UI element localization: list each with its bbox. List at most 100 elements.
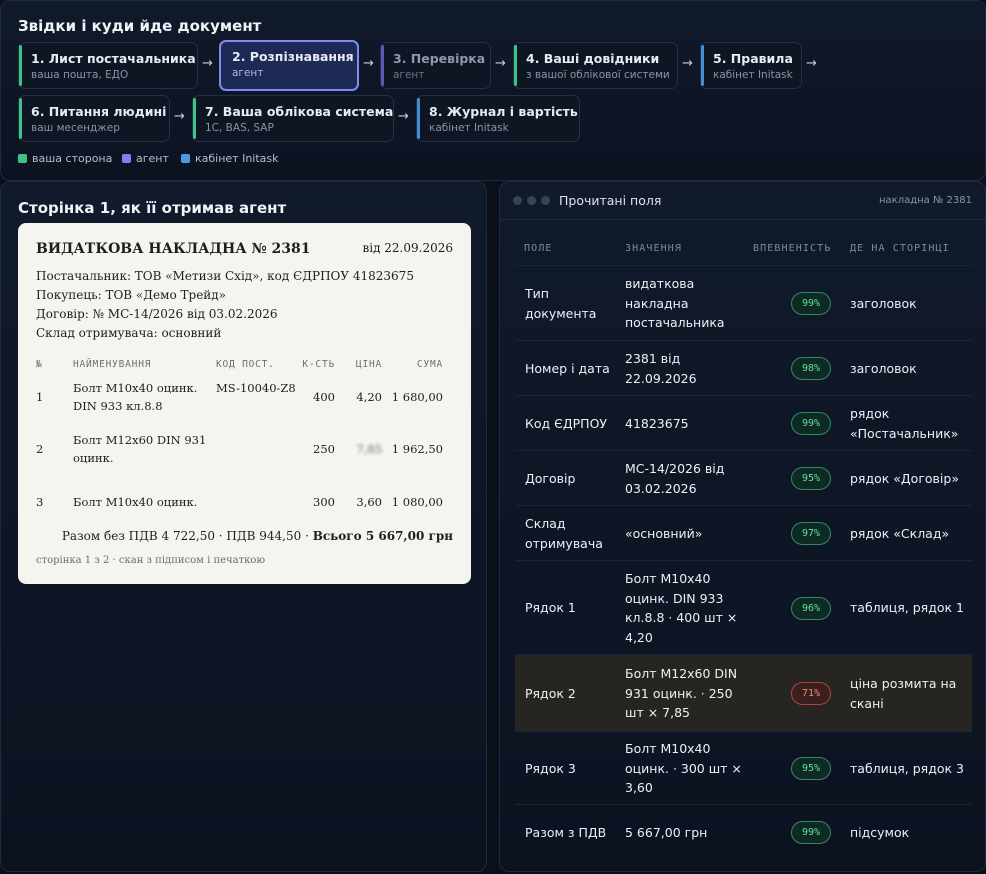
column-header-value: ЗНАЧЕННЯ: [625, 243, 682, 254]
legend-swatch-icon: [122, 154, 131, 163]
window-dot-icon[interactable]: [513, 196, 522, 205]
field-row[interactable]: Рядок 2 Болт М12х60 DIN 931 оцинк. · 250 …: [515, 654, 972, 731]
invoice-column-header: КОД ПОСТ.: [216, 359, 275, 370]
pipeline-step-7[interactable]: 7. Ваша облікова система 1С, BAS, SAP: [192, 95, 394, 142]
legend-item: агент: [122, 152, 169, 165]
step-color-bar: [19, 45, 22, 86]
step-color-bar: [19, 98, 22, 139]
field-row[interactable]: Склад отримувача «основний» 97% рядок «Скла…: [515, 505, 972, 560]
field-value: 2381 від 22.09.2026: [625, 351, 697, 386]
invoice-column-header: ЦІНА: [355, 359, 382, 370]
step-color-bar: [701, 45, 704, 86]
step-color-bar: [381, 45, 384, 86]
meta-buyer: Покупець: ТОВ «Демо Трейд»: [36, 288, 227, 302]
step-subtitle: 1С, BAS, SAP: [205, 122, 274, 134]
invoice-footer: сторінка 1 з 2 · скан з підписом і печат…: [36, 555, 266, 566]
field-value: Болт М10х40 оцинк. DIN 933 кл.8.8 · 400 …: [625, 571, 738, 645]
step-subtitle: агент: [393, 69, 425, 81]
invoice-cell-qty: 250: [313, 442, 335, 456]
pipeline-step-8[interactable]: 8. Журнал і вартість кабінет Initask: [416, 95, 580, 142]
field-row[interactable]: Разом з ПДВ 5 667,00 грн 99% підсумок: [515, 804, 972, 859]
column-header-confidence: ВПЕВНЕНІСТЬ: [753, 243, 832, 254]
invoice-column-header: №: [36, 359, 43, 370]
document-reference: накладна № 2381: [878, 195, 972, 206]
invoice-date: від 22.09.2026: [362, 241, 453, 255]
field-name: Номер і дата: [525, 360, 610, 376]
field-row[interactable]: Тип документа видаткова накладна постачал…: [515, 265, 972, 340]
field-location: рядок «Постачальник»: [850, 406, 959, 441]
pipeline-step-4[interactable]: 4. Ваші довідники з вашої облікової систе…: [513, 42, 678, 89]
pipeline-step-5[interactable]: 5. Правила кабінет Initask: [700, 42, 802, 89]
invoice-cell-qty: 400: [313, 390, 335, 404]
field-location: заголовок: [850, 360, 917, 376]
pipeline-step-6[interactable]: 6. Питання людині ваш месенджер: [18, 95, 170, 142]
invoice-cell-name: Болт М10х40 оцинк.: [73, 495, 198, 509]
pipeline-panel: Звідки і куди йде документ 1. Лист поста…: [0, 0, 986, 181]
window-dot-icon[interactable]: [541, 196, 550, 205]
column-header-field: ПОЛЕ: [524, 243, 553, 254]
field-name: Рядок 1: [525, 600, 576, 616]
invoice-cell-sum: 1 080,00: [391, 495, 443, 509]
arrow-right-icon: →: [174, 109, 185, 124]
pipeline-step-3[interactable]: 3. Перевірка агент: [380, 42, 491, 89]
confidence-badge: 97%: [791, 522, 831, 545]
field-row[interactable]: Договір МС-14/2026 від 03.02.2026 95% рядок…: [515, 450, 972, 505]
step-title: 1. Лист постачальника: [31, 51, 196, 66]
legend-swatch-icon: [181, 154, 190, 163]
meta-supplier: Постачальник: ТОВ «Метизи Схід», код ЄДР…: [36, 269, 414, 283]
fields-window: Прочитані поля накладна № 2381 ПОЛЕ ЗНАЧ…: [499, 181, 986, 872]
step-subtitle: кабінет Initask: [713, 69, 793, 81]
step-color-bar: [193, 98, 196, 139]
meta-contract: Договір: № МС-14/2026 від 03.02.2026: [36, 307, 278, 321]
field-value: видаткова накладна постачальника: [625, 276, 725, 331]
invoice-cell-price: 3,60: [356, 495, 382, 509]
field-row[interactable]: Рядок 3 Болт М10х40 оцинк. · 300 шт × 3,6…: [515, 731, 972, 804]
field-row[interactable]: Номер і дата 2381 від 22.09.2026 98% заголо…: [515, 340, 972, 395]
step-title: 3. Перевірка: [393, 51, 486, 66]
legend-label: агент: [136, 152, 169, 165]
step-title: 4. Ваші довідники: [526, 51, 660, 66]
field-value: Болт М12х60 DIN 931 оцинк. · 250 шт × 7,…: [625, 666, 738, 721]
legend-item: ваша сторона: [18, 152, 112, 165]
field-name: Склад отримувача: [525, 516, 603, 551]
step-title: 2. Розпізнавання: [232, 49, 354, 64]
field-value: МС-14/2026 від 03.02.2026: [625, 461, 725, 496]
column-header-location: ДЕ НА СТОРІНЦІ: [850, 243, 950, 254]
step-subtitle: кабінет Initask: [429, 122, 509, 134]
step-title: 8. Журнал і вартість: [429, 104, 578, 119]
pipeline-step-2[interactable]: 2. Розпізнавання агент: [219, 40, 359, 91]
step-title: 7. Ваша облікова система: [205, 104, 394, 119]
scan-heading: Сторінка 1, як її отримав агент: [18, 199, 287, 217]
step-color-bar: [417, 98, 420, 139]
window-dot-icon[interactable]: [527, 196, 536, 205]
arrow-right-icon: →: [202, 56, 213, 71]
totals-text: Разом без ПДВ 4 722,50 · ПДВ 944,50 ·: [61, 529, 313, 543]
invoice-cell-sum: 1 962,50: [391, 442, 443, 456]
invoice-cell-name: Болт М12х60 DIN 931 оцинк.: [73, 433, 207, 465]
step-subtitle: ваша пошта, ЕДО: [31, 69, 129, 81]
invoice-column-header: НАЙМЕНУВАННЯ: [73, 359, 152, 370]
legend-label: ваша сторона: [32, 152, 113, 165]
confidence-badge: 99%: [791, 821, 831, 844]
field-row[interactable]: Код ЄДРПОУ 41823675 99% рядок «Постачальник…: [515, 395, 972, 450]
step-title: 6. Питання людині: [31, 104, 167, 119]
field-name: Разом з ПДВ: [525, 824, 607, 840]
confidence-badge: 96%: [791, 596, 831, 620]
field-value: 41823675: [625, 415, 689, 431]
step-subtitle: з вашої облікової системи: [526, 69, 670, 81]
step-subtitle: ваш месенджер: [31, 122, 120, 134]
invoice-cell-price: 7,85: [356, 442, 382, 456]
step-title: 5. Правила: [713, 51, 793, 66]
pipeline-step-1[interactable]: 1. Лист постачальника ваша пошта, ЕДО: [18, 42, 198, 89]
field-name: Тип документа: [525, 286, 597, 321]
confidence-badge: 71%: [791, 682, 831, 705]
field-location: таблиця, рядок 1: [850, 600, 964, 616]
invoice-cell-name: Болт М10х40 оцинк. DIN 933 кл.8.8: [73, 381, 198, 413]
arrow-right-icon: →: [363, 56, 374, 71]
invoice-cell-qty: 300: [313, 495, 335, 509]
invoice-meta: Постачальник: ТОВ «Метизи Схід», код ЄДР…: [36, 267, 414, 343]
field-location: рядок «Договір»: [850, 470, 959, 486]
arrow-right-icon: →: [398, 109, 409, 124]
field-row[interactable]: Рядок 1 Болт М10х40 оцинк. DIN 933 кл.8.8…: [515, 560, 972, 654]
legend-label: кабінет Initask: [195, 152, 279, 165]
